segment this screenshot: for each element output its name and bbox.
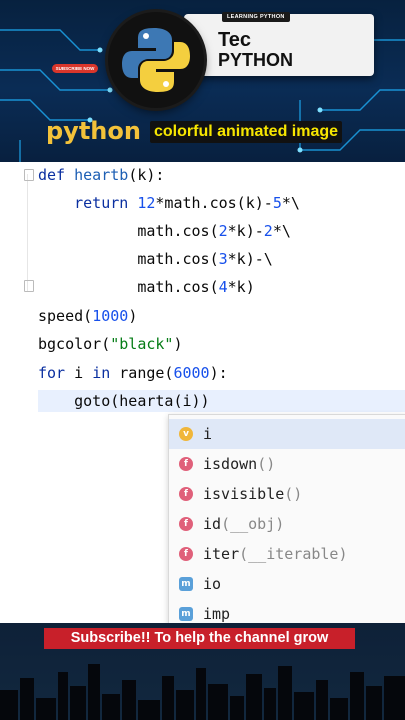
- code-token: 5: [272, 194, 282, 212]
- code-line: goto(hearta(i)): [38, 390, 405, 412]
- code-token: ): [128, 307, 138, 325]
- code-token: *\: [281, 194, 300, 212]
- code-token: return: [38, 194, 138, 212]
- completion-item[interactable]: m io: [169, 569, 405, 599]
- code-token: math.cos(: [38, 250, 219, 268]
- code-line: def heartb(k):: [38, 164, 164, 186]
- code-line: speed(1000): [38, 305, 137, 327]
- code-token: 4: [218, 278, 228, 296]
- function-icon: f: [179, 517, 193, 531]
- code-token: def: [38, 166, 75, 184]
- completion-item[interactable]: m imp: [169, 599, 405, 623]
- code-token: *\: [272, 222, 291, 240]
- completion-name: i: [203, 425, 213, 443]
- code-token: (k):: [128, 166, 165, 184]
- code-token: math.cos(: [38, 278, 219, 296]
- completion-item[interactable]: f isdown(): [169, 449, 405, 479]
- variable-icon: v: [179, 427, 193, 441]
- code-token: *k)-\: [227, 250, 273, 268]
- city-skyline: [0, 664, 405, 720]
- completion-item[interactable]: f id (__obj): [169, 509, 405, 539]
- code-token: 6000: [173, 364, 210, 382]
- code-token: heartb: [74, 166, 129, 184]
- code-token: i: [74, 364, 93, 382]
- learning-python-chip: LEARNING PYTHON: [222, 12, 290, 22]
- python-logo: [108, 12, 204, 108]
- fold-guide: [27, 174, 28, 292]
- code-token: for: [38, 364, 75, 382]
- subscribe-now-pill[interactable]: SUBSCRIBE NOW: [52, 64, 98, 73]
- code-line: math.cos(2*k)-2*\: [38, 220, 291, 242]
- module-icon: m: [179, 607, 193, 621]
- completion-name: iter: [203, 545, 240, 563]
- function-icon: f: [179, 457, 193, 471]
- completion-name: io: [203, 575, 222, 593]
- code-token: *k): [227, 278, 255, 296]
- code-token: speed(: [38, 307, 93, 325]
- autocomplete-popup[interactable]: v i f isdown() f isvisible() f id (__obj) f iter (_…: [168, 414, 405, 623]
- completion-args: (__iterable): [239, 545, 348, 563]
- completion-item[interactable]: vi: [169, 419, 405, 449]
- code-editor[interactable]: def heartb(k): return 12*math.cos(k)-5*\…: [0, 162, 405, 623]
- code-token: ):: [209, 364, 228, 382]
- python-logo-icon: [122, 28, 190, 92]
- completion-item[interactable]: f isvisible(): [169, 479, 405, 509]
- fold-marker[interactable]: [24, 169, 34, 181]
- completion-name: imp: [203, 605, 231, 623]
- code-token: math.cos(: [38, 222, 219, 240]
- code-token: ): [173, 335, 183, 353]
- code-token: *k)-: [227, 222, 264, 240]
- channel-title-line1: Tec: [218, 29, 251, 51]
- code-token: in: [92, 364, 120, 382]
- code-token: *math.cos(k)-: [155, 194, 273, 212]
- function-icon: f: [179, 487, 193, 501]
- code-token: goto(hearta(i)): [38, 392, 210, 410]
- video-caption: colorful animated image: [150, 121, 343, 143]
- code-token: bgcolor(: [38, 335, 111, 353]
- code-line: return 12*math.cos(k)-5*\: [38, 192, 300, 214]
- code-token: 2: [218, 222, 228, 240]
- code-line: for i in range(6000):: [38, 362, 228, 384]
- code-line: math.cos(3*k)-\: [38, 248, 273, 270]
- code-token: range(: [119, 364, 174, 382]
- function-icon: f: [179, 547, 193, 561]
- completion-name: isdown: [203, 455, 258, 473]
- subscribe-banner[interactable]: Subscribe!! To help the channel grow: [44, 628, 355, 649]
- code-token: 3: [218, 250, 228, 268]
- code-token: 1000: [92, 307, 129, 325]
- completion-item[interactable]: f iter (__iterable): [169, 539, 405, 569]
- video-footer: Subscribe!! To help the channel grow: [0, 623, 405, 720]
- completion-args: (): [284, 485, 303, 503]
- completion-name: isvisible: [203, 485, 285, 503]
- code-line: bgcolor("black"): [38, 333, 183, 355]
- code-line: math.cos(4*k): [38, 276, 255, 298]
- completion-args: (__obj): [221, 515, 285, 533]
- completion-name: id: [203, 515, 222, 533]
- video-banner: LEARNING PYTHON Tec PYTHON SUBSCRIBE NOW…: [0, 0, 405, 162]
- code-token: 2: [263, 222, 273, 240]
- python-wordmark: python: [46, 117, 141, 145]
- code-token: 12: [137, 194, 156, 212]
- code-token: "black": [110, 335, 174, 353]
- module-icon: m: [179, 577, 193, 591]
- completion-args: (): [257, 455, 276, 473]
- channel-title-line2: PYTHON: [218, 50, 294, 70]
- fold-marker[interactable]: [24, 280, 34, 292]
